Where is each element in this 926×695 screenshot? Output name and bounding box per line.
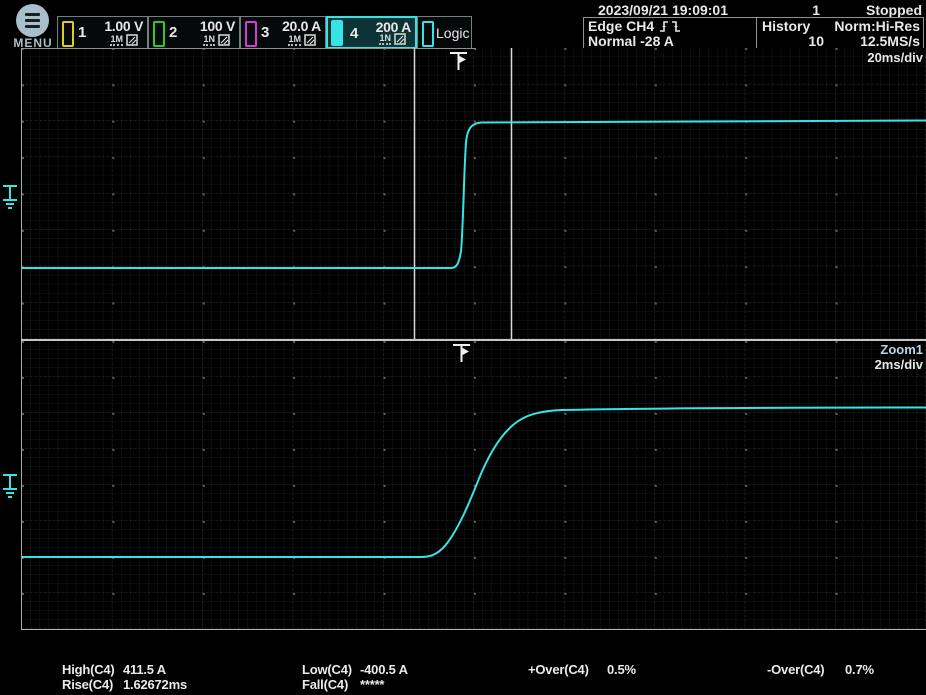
meas-nover-label: -Over(C4) [767, 662, 824, 677]
ch4-ground-marker-icon[interactable] [1, 183, 19, 215]
zoom-waveform-window[interactable] [21, 341, 926, 630]
channel-2-impedance: 1N [203, 35, 215, 46]
channel-3-color-icon [245, 21, 257, 47]
meas-fall-value: ***** [360, 677, 384, 692]
menu-button[interactable]: MENU [9, 3, 57, 49]
channel-2-color-icon [153, 21, 165, 47]
zoom-graticule [22, 341, 926, 629]
channel-1-color-icon [62, 21, 74, 47]
probe-icon [218, 34, 230, 46]
probe-icon [394, 33, 406, 45]
probe-icon [126, 34, 138, 46]
meas-fall-label: Fall(C4) [302, 677, 348, 692]
hamburger-icon[interactable] [16, 4, 49, 37]
meas-high-value: 411.5 A [123, 662, 166, 677]
divider [756, 18, 757, 48]
meas-high-label: High(C4) [62, 662, 115, 677]
channel-3-scale: 20.0 A [282, 18, 321, 34]
channel-1-number: 1 [78, 24, 86, 41]
datetime: 2023/09/21 19:09:01 [598, 2, 728, 18]
zoom-window-label: Zoom1 [880, 342, 923, 357]
channel-3-impedance: 1M [288, 35, 301, 46]
channel-4-number: 4 [350, 25, 358, 42]
acquisition-count: 1 [812, 2, 820, 18]
zoom-timebase: 2ms/div [875, 357, 923, 372]
meas-low-label: Low(C4) [302, 662, 352, 677]
sample-rate: 12.5MS/s [860, 33, 920, 49]
channel-1-box[interactable]: 1 1.00 V 1M [57, 16, 148, 49]
history-label[interactable]: History [762, 18, 810, 34]
channel-3-number: 3 [261, 24, 269, 41]
channel-3-box[interactable]: 3 20.0 A 1M [240, 16, 326, 49]
channel-1-impedance: 1M [110, 35, 123, 46]
meas-rise-value: 1.62672ms [123, 677, 187, 692]
trigger-type: Edge CH4 [588, 18, 654, 34]
meas-nover-value: 0.7% [845, 662, 874, 677]
channel-2-scale: 100 V [200, 18, 235, 34]
channel-strip: 1 1.00 V 1M 2 100 V 1N [57, 16, 472, 49]
run-state[interactable]: Stopped [866, 2, 922, 18]
channel-2-box[interactable]: 2 100 V 1N [148, 16, 240, 49]
meas-low-value: -400.5 A [360, 662, 408, 677]
history-value: 10 [762, 33, 824, 49]
trigger-acquisition-box: Edge CH4 Normal -28 A History 10 Norm:Hi… [583, 17, 924, 49]
main-waveform-window[interactable] [21, 48, 926, 339]
main-timebase: 20ms/div [867, 50, 923, 65]
channel-2-number: 2 [169, 24, 177, 41]
probe-icon [304, 34, 316, 46]
meas-pover-label: +Over(C4) [528, 662, 589, 677]
trigger-level[interactable]: Normal -28 A [588, 33, 674, 49]
oscilloscope-screen: MENU 1 1.00 V 1M 2 100 V 1N [0, 0, 926, 695]
meas-pover-value: 0.5% [607, 662, 636, 677]
logic-box[interactable]: Logic [417, 16, 472, 49]
ch4-zoom-ground-marker-icon[interactable] [1, 472, 19, 504]
channel-1-scale: 1.00 V [104, 18, 143, 34]
acquisition-mode[interactable]: Norm:Hi-Res [834, 18, 920, 34]
logic-label: Logic [436, 25, 469, 41]
logic-color-icon [422, 21, 434, 47]
meas-rise-label: Rise(C4) [62, 677, 113, 692]
main-graticule [22, 48, 926, 339]
channel-4-color-icon [331, 20, 343, 46]
channel-4-impedance: 1N [379, 34, 391, 45]
channel-4-box[interactable]: 4 200 A 1N [326, 16, 417, 49]
edge-both-icon [659, 20, 681, 33]
trigger-settings[interactable]: Edge CH4 [588, 18, 681, 34]
